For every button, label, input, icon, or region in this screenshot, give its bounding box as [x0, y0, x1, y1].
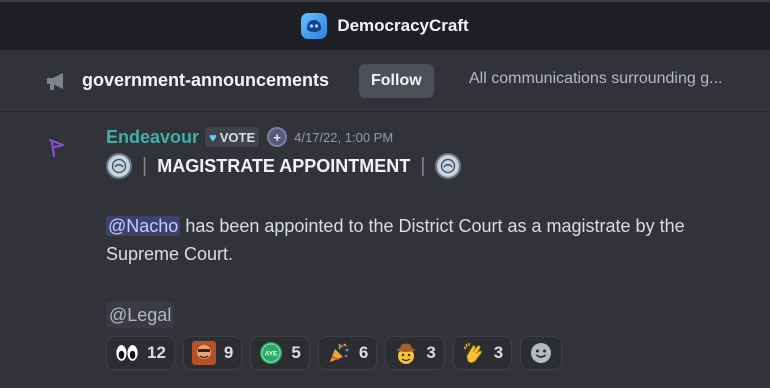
message-timestamp[interactable]: 4/17/22, 1:00 PM	[294, 130, 393, 145]
aye-emoji: AYE	[259, 341, 283, 365]
heart-icon: ♥	[209, 129, 217, 145]
heading-separator-right: |	[420, 154, 426, 177]
role-badge-label: VOTE	[219, 129, 256, 145]
reaction-count: 5	[291, 343, 301, 362]
reaction-aye[interactable]: AYE 5	[250, 336, 310, 370]
reaction-clap[interactable]: 3	[452, 336, 513, 370]
add-reaction-icon	[529, 341, 553, 365]
party-popper-emoji	[327, 341, 351, 365]
reaction-count: 3	[493, 343, 504, 362]
eyes-emoji	[115, 341, 139, 365]
megaphone-icon	[44, 70, 68, 97]
reaction-count: 3	[426, 343, 436, 362]
reaction-count: 9	[223, 343, 234, 362]
message-header: Endeavour ♥ VOTE + 4/17/22, 1:00 PM	[106, 126, 393, 148]
title-bar: DemocracyCraft	[0, 0, 770, 50]
reaction-count: 6	[358, 343, 369, 362]
server-name: DemocracyCraft	[337, 16, 469, 35]
add-reaction-button[interactable]	[520, 336, 563, 370]
heading-separator-left: |	[142, 154, 148, 177]
server-badge-icon[interactable]: +	[267, 127, 288, 147]
custom-face-emoji	[191, 341, 216, 365]
emblem-icon	[106, 153, 132, 179]
follow-button[interactable]: Follow	[359, 64, 434, 98]
message-body: @Nacho has been appointed to the Distric…	[106, 212, 746, 268]
reaction-custom[interactable]: 9	[182, 336, 243, 370]
emblem-icon	[435, 153, 462, 179]
reaction-count: 12	[147, 343, 166, 362]
server-logo-icon	[301, 13, 328, 39]
user-mention[interactable]: @Nacho	[106, 216, 181, 236]
role-mention[interactable]: @Legal	[106, 302, 175, 328]
cowboy-emoji	[394, 341, 418, 365]
reaction-party[interactable]: 6	[317, 336, 378, 370]
clapping-hands-emoji	[462, 341, 486, 365]
channel-topic[interactable]: All communications surrounding g...	[469, 70, 764, 88]
reaction-eyes[interactable]: 12	[106, 336, 175, 370]
svg-text:AYE: AYE	[265, 351, 278, 358]
reaction-cowboy[interactable]: 3	[385, 336, 445, 370]
channel-name[interactable]: government-announcements	[82, 70, 329, 91]
heading-text: MAGISTRATE APPOINTMENT	[157, 155, 411, 176]
message-body-text: has been appointed to the District Court…	[106, 216, 685, 264]
message-heading: | MAGISTRATE APPOINTMENT |	[106, 152, 462, 180]
author-avatar[interactable]	[44, 136, 68, 165]
role-badge[interactable]: ♥ VOTE	[205, 127, 260, 147]
channel-header: government-announcements Follow All comm…	[0, 50, 770, 112]
reactions-bar: 12 9 AYE 5 6 3 3	[106, 336, 563, 370]
author-name[interactable]: Endeavour	[106, 127, 199, 148]
